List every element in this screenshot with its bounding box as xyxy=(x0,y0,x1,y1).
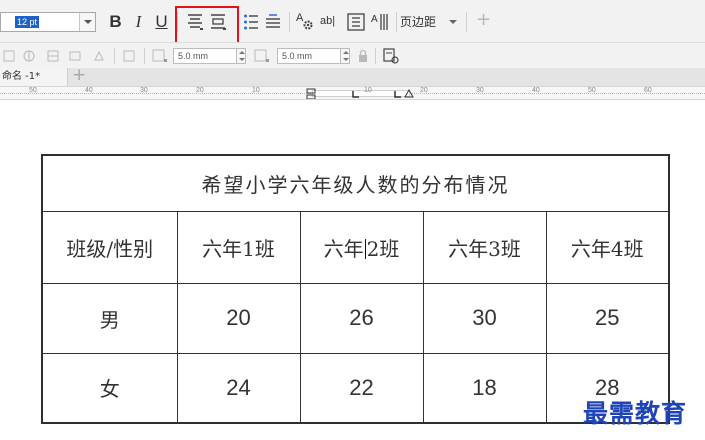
ruler-label: 50 xyxy=(29,87,37,94)
ruler-label: 20 xyxy=(420,87,428,94)
header-cell-editing[interactable]: 六年 2班 xyxy=(299,210,424,284)
row-label-cell[interactable]: 女 xyxy=(41,352,178,424)
lock-icon[interactable] xyxy=(357,49,369,63)
chevron-down-icon[interactable] xyxy=(449,20,457,24)
merge-cells-icon[interactable] xyxy=(22,49,36,63)
tab-stop-icon[interactable] xyxy=(394,90,402,98)
table-row: 女 24 22 18 28 xyxy=(41,352,670,424)
header-cell[interactable]: 六年3班 xyxy=(422,210,547,284)
value-cell[interactable]: 22 xyxy=(299,352,424,424)
ruler-label: 30 xyxy=(476,87,484,94)
underline-button[interactable]: U xyxy=(153,11,170,33)
toolbar-separator xyxy=(396,12,397,32)
indent-marker-icon[interactable] xyxy=(305,88,317,100)
add-toolbar-button[interactable]: + xyxy=(476,9,491,30)
text-field-icon[interactable]: ab| xyxy=(320,15,335,27)
ruler-label: 40 xyxy=(85,87,93,94)
tab-stop-icon[interactable] xyxy=(352,90,360,98)
ruler-label: 10 xyxy=(252,87,260,94)
value-cell[interactable]: 25 xyxy=(545,282,670,354)
gear-icon xyxy=(303,20,313,30)
ruler-label: 20 xyxy=(196,87,204,94)
add-tab-button[interactable]: + xyxy=(72,65,86,85)
svg-text:A: A xyxy=(371,14,378,25)
table-header-row: 班级/性别 六年1班 六年 2班 六年3班 六年4班 xyxy=(41,210,670,284)
value-cell[interactable]: 24 xyxy=(176,352,301,424)
right-indent-icon[interactable] xyxy=(404,89,414,99)
height-spinner[interactable] xyxy=(340,48,350,64)
italic-button[interactable]: I xyxy=(130,11,147,33)
value-cell[interactable]: 26 xyxy=(299,282,424,354)
toolbar-separator xyxy=(289,12,290,32)
table-title[interactable]: 希望小学六年级人数的分布情况 xyxy=(41,154,670,212)
table-toolbar: 5.0 mm 5.0 mm xyxy=(0,42,705,68)
height-field[interactable]: 5.0 mm xyxy=(277,48,341,64)
tab-document[interactable]: 命名 -1* xyxy=(0,68,68,86)
header-cell[interactable]: 六年1班 xyxy=(176,210,301,284)
formatting-toolbar: 12 pt B I U A ab| A 页边距 + xyxy=(0,0,705,44)
page-margin-button[interactable]: 页边距 xyxy=(400,12,436,32)
toolbar-separator xyxy=(375,48,376,64)
toolbar-separator xyxy=(144,48,145,64)
row-label-cell[interactable]: 男 xyxy=(41,282,178,354)
text-box-icon[interactable] xyxy=(347,13,365,31)
width-field[interactable]: 5.0 mm xyxy=(173,48,237,64)
value-cell[interactable]: 18 xyxy=(422,352,547,424)
text-wrap-icon[interactable] xyxy=(382,47,400,65)
font-size-combobox[interactable]: 12 pt xyxy=(0,12,96,32)
header-text-after-cursor: 2班 xyxy=(366,236,400,261)
vertical-text-icon[interactable]: A xyxy=(371,12,391,32)
header-cell[interactable]: 班级/性别 xyxy=(41,210,178,284)
char-format-icon[interactable]: A xyxy=(296,12,316,32)
width-spinner[interactable] xyxy=(236,48,246,64)
table-row: 男 20 26 30 25 xyxy=(41,282,670,354)
bold-button[interactable]: B xyxy=(107,11,124,33)
list-icon[interactable] xyxy=(243,13,259,31)
border-icon[interactable] xyxy=(122,49,136,63)
font-size-value[interactable]: 12 pt xyxy=(15,16,40,28)
split-cells-icon[interactable] xyxy=(46,49,60,63)
data-table: 希望小学六年级人数的分布情况 班级/性别 六年1班 六年 2班 六年3班 六年4班… xyxy=(41,154,670,424)
paragraph-icon[interactable] xyxy=(265,13,281,31)
document-tab-bar: 命名 -1* + xyxy=(0,65,705,86)
watermark-logo: 最需教育 xyxy=(583,399,688,428)
horizontal-ruler[interactable]: 50 40 30 20 10 10 20 30 40 50 60 xyxy=(0,86,705,100)
toolbar-separator xyxy=(114,48,115,64)
border-width-icon[interactable] xyxy=(151,48,169,64)
text-cursor xyxy=(364,238,366,259)
cell-icon[interactable] xyxy=(2,49,16,63)
table-title-row: 希望小学六年级人数的分布情况 xyxy=(41,154,670,212)
header-text-before-cursor: 六年 xyxy=(323,236,364,261)
border-height-icon[interactable] xyxy=(253,48,271,64)
ruler-label: 50 xyxy=(588,87,596,94)
value-cell[interactable]: 20 xyxy=(176,282,301,354)
header-cell[interactable]: 六年4班 xyxy=(545,210,670,284)
highlight-box xyxy=(175,6,239,44)
table-style-icon[interactable] xyxy=(68,49,82,63)
ruler-label: 10 xyxy=(364,87,372,94)
cell-fill-icon[interactable] xyxy=(92,49,106,63)
value-cell[interactable]: 30 xyxy=(422,282,547,354)
ruler-label: 60 xyxy=(644,87,652,94)
toolbar-separator xyxy=(466,12,467,32)
ruler-label: 40 xyxy=(532,87,540,94)
font-size-dropdown-icon[interactable] xyxy=(79,13,95,31)
ruler-label: 30 xyxy=(140,87,148,94)
